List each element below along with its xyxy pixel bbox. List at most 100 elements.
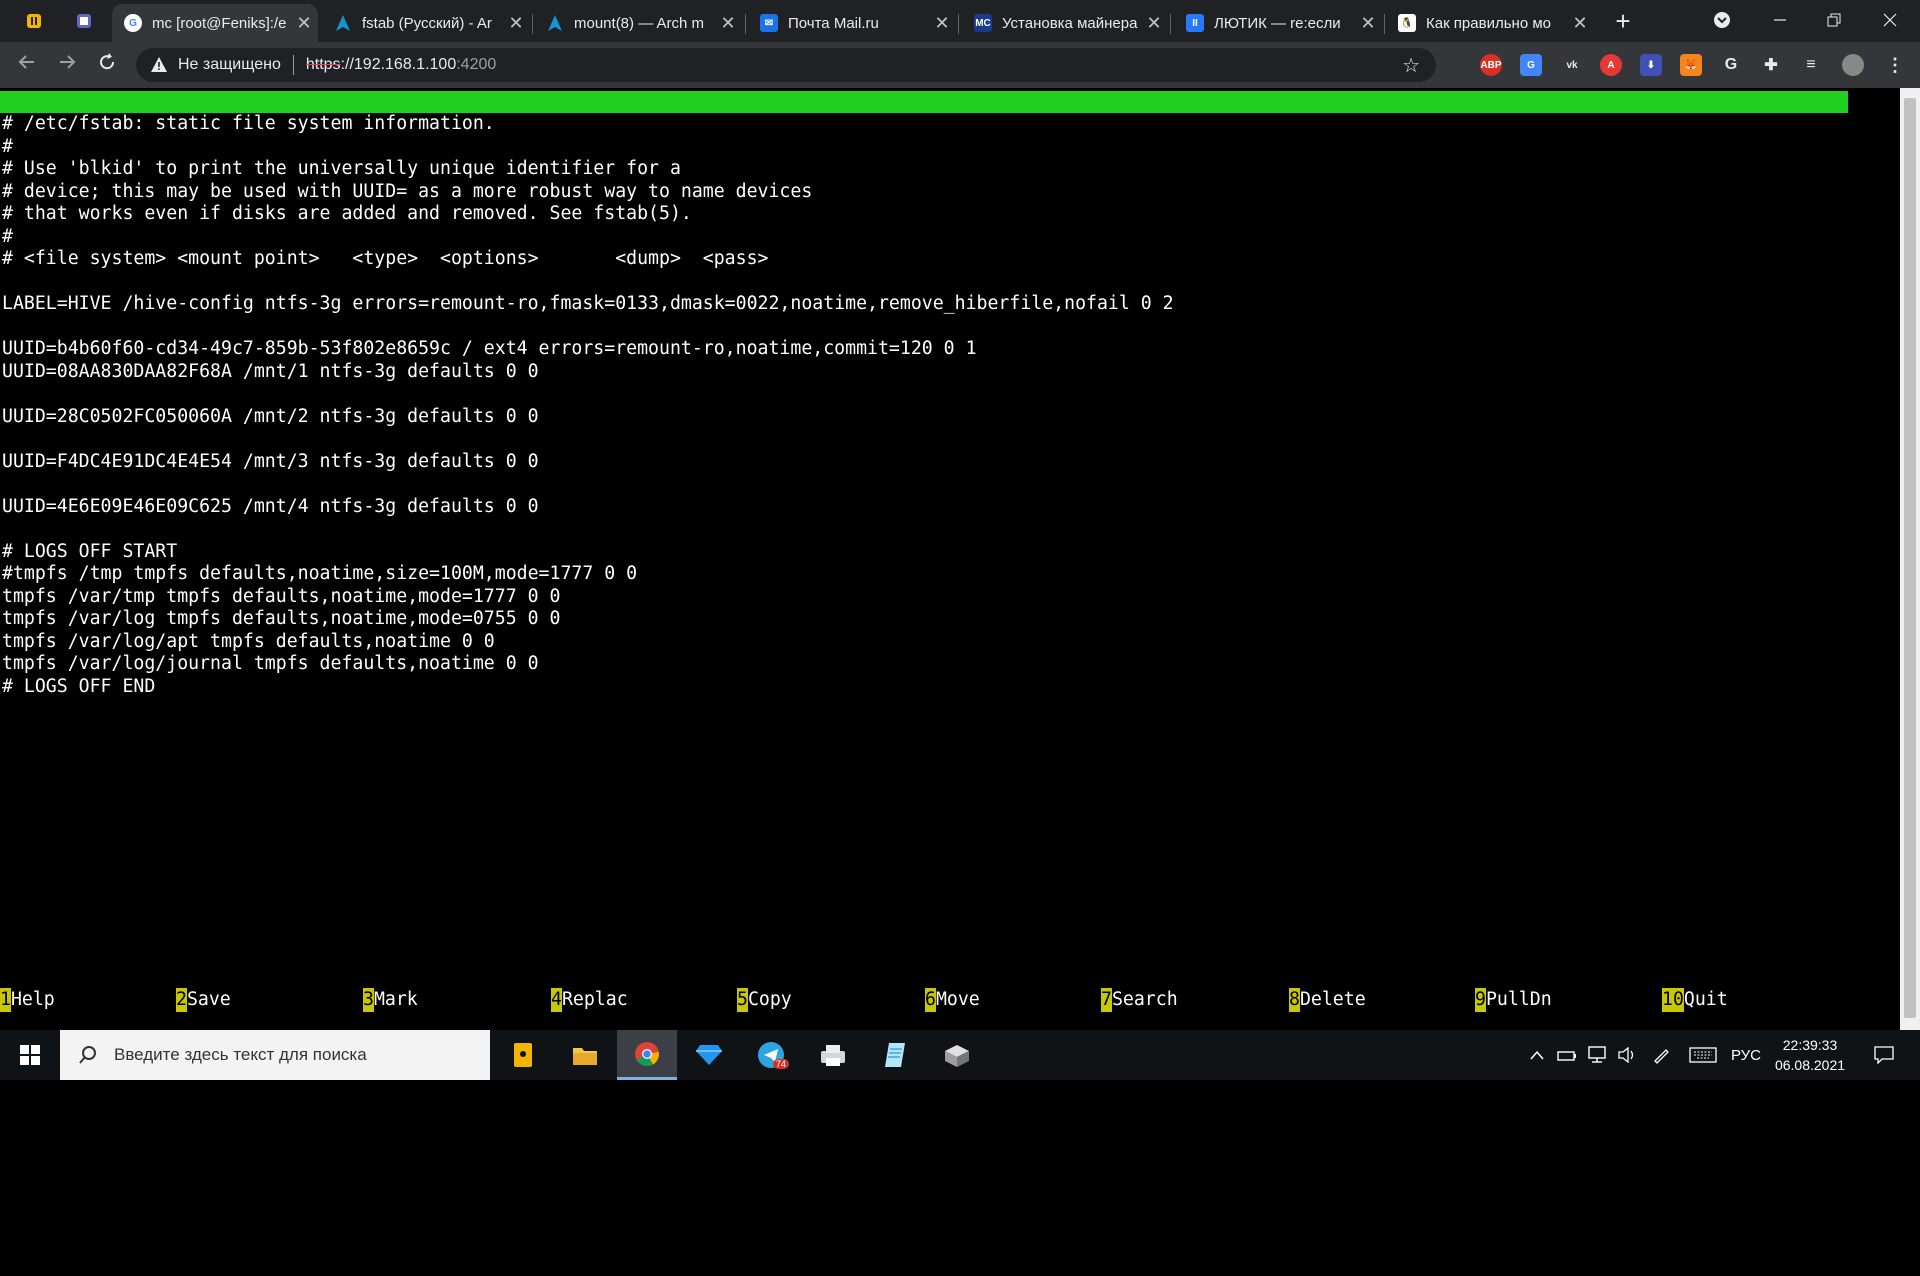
taskbar-app-printer[interactable] xyxy=(803,1030,863,1080)
fkey-move[interactable]: 6Move xyxy=(925,988,980,1012)
fkey-help[interactable]: 1Help xyxy=(0,988,55,1012)
keyboard-icon[interactable] xyxy=(1686,1030,1720,1080)
a-extension-icon[interactable]: A xyxy=(1600,54,1622,76)
fkey-label: Quit xyxy=(1683,989,1728,1010)
minimize-button[interactable] xyxy=(1752,0,1808,40)
fkey-copy[interactable]: 5Copy xyxy=(737,988,792,1012)
usb-drive-icon[interactable] xyxy=(1554,1030,1580,1080)
puzzle-extensions-icon[interactable]: ✚ xyxy=(1760,54,1782,76)
tab-separator xyxy=(745,14,746,34)
new-tab-button[interactable]: + xyxy=(1608,7,1638,37)
forward-button[interactable] xyxy=(52,50,82,80)
translate-extension-icon[interactable]: G xyxy=(1520,54,1542,76)
kebab-menu-icon[interactable]: ⋮ xyxy=(1884,54,1906,76)
profile-avatar[interactable] xyxy=(1842,54,1864,76)
fkey-mark[interactable]: 3Mark xyxy=(363,988,418,1012)
close-window-button[interactable] xyxy=(1862,0,1918,40)
fkey-number: 3 xyxy=(363,988,374,1012)
editor-window-controls[interactable]: [*][X] xyxy=(1774,135,1840,157)
fkey-save[interactable]: 2Save xyxy=(176,988,231,1012)
reload-icon xyxy=(100,53,115,70)
editor-status-bar: /etc/fstab [-M--] 0 L:[ 1+18 19/ 27] *(7… xyxy=(0,91,1848,156)
volume-icon[interactable] xyxy=(1614,1030,1640,1080)
g-extension-icon[interactable]: G xyxy=(1720,54,1742,76)
tab-close-icon[interactable]: ✕ xyxy=(1140,13,1168,34)
scrollbar-thumb[interactable] xyxy=(1904,98,1916,1018)
start-button[interactable] xyxy=(0,1030,60,1080)
taskbar-search-box[interactable]: Введите здесь текст для поиска xyxy=(60,1030,490,1080)
adblock-extension-icon[interactable]: ABP xyxy=(1480,54,1502,76)
file-icon xyxy=(514,1043,532,1067)
editor-line: tmpfs /var/log/apt tmpfs defaults,noatim… xyxy=(2,630,495,652)
fkey-label: PullDn xyxy=(1485,989,1552,1010)
tab-fstab-arch[interactable]: fstab (Русский) - Ar ✕ xyxy=(322,4,530,42)
vk-extension-icon[interactable]: vk xyxy=(1561,54,1583,76)
tab-close-icon[interactable]: ✕ xyxy=(290,13,318,34)
url-text[interactable]: https://192.168.1.100:4200 xyxy=(306,56,496,74)
tab-lyutik[interactable]: II ЛЮТИК — re:если ✕ xyxy=(1174,4,1382,42)
fkey-pulldown[interactable]: 9PullDn xyxy=(1475,988,1552,1012)
fkey-label: Delete xyxy=(1299,989,1366,1010)
tab-mc-terminal[interactable]: G mc [root@Feniks]:/e ✕ xyxy=(112,4,318,42)
fkey-number: 1 xyxy=(0,988,11,1012)
mail-envelope-icon: ✉ xyxy=(760,14,778,32)
taskbar-app-explorer[interactable] xyxy=(555,1030,615,1080)
editor-content[interactable]: # /etc/fstab: static file system informa… xyxy=(2,113,1174,698)
browser-toolbar: Не защищено https://192.168.1.100:4200 ☆… xyxy=(0,42,1920,88)
tab-close-icon[interactable]: ✕ xyxy=(502,13,530,34)
fkey-search[interactable]: 7Search xyxy=(1101,988,1178,1012)
media-control-icon[interactable]: ≡ xyxy=(1800,54,1822,76)
download-extension-icon[interactable]: ⬇ xyxy=(1640,54,1662,76)
tab-title: fstab (Русский) - Ar xyxy=(362,14,492,32)
fkey-replace[interactable]: 4Replac xyxy=(551,988,628,1012)
tab-close-icon[interactable]: ✕ xyxy=(714,13,742,34)
reload-button[interactable] xyxy=(92,50,122,80)
tab-separator xyxy=(1170,14,1171,34)
taskbar-app-telegram[interactable]: 74 xyxy=(741,1030,801,1080)
bookmark-star-icon[interactable]: ☆ xyxy=(1402,53,1420,78)
tab-close-icon[interactable]: ✕ xyxy=(1354,13,1382,34)
notifications-icon[interactable] xyxy=(1864,1030,1904,1080)
tab-close-icon[interactable]: ✕ xyxy=(928,13,956,34)
search-placeholder: Введите здесь текст для поиска xyxy=(114,1045,367,1064)
taskbar-clock[interactable]: 22:39:33 06.08.2021 xyxy=(1760,1035,1860,1075)
tab-search-button[interactable] xyxy=(1694,0,1750,40)
taskbar-app-installer[interactable] xyxy=(927,1030,987,1080)
address-bar[interactable]: Не защищено https://192.168.1.100:4200 ☆ xyxy=(136,48,1436,82)
back-button[interactable] xyxy=(12,50,42,80)
taskbar-app-notepad[interactable] xyxy=(865,1030,925,1080)
tray-overflow-icon[interactable] xyxy=(1524,1030,1550,1080)
restore-button[interactable] xyxy=(1806,0,1862,40)
tab-mount-arch[interactable]: mount(8) — Arch m ✕ xyxy=(534,4,742,42)
metamask-fox-icon[interactable]: 🦊 xyxy=(1680,54,1702,76)
not-secure-label[interactable]: Не защищено xyxy=(178,56,281,74)
chrome-icon xyxy=(635,1041,659,1066)
editor-line: tmpfs /var/log tmpfs defaults,noatime,mo… xyxy=(2,608,561,629)
editor-line: UUID=08AA830DAA82F68A /mnt/1 ntfs-3g def… xyxy=(2,360,539,382)
editor-line: # /etc/fstab: static file system informa… xyxy=(2,113,495,134)
network-icon[interactable] xyxy=(1584,1030,1610,1080)
page-scrollbar[interactable] xyxy=(1900,88,1920,1030)
terminal-editor[interactable]: /etc/fstab [-M--] 0 L:[ 1+18 19/ 27] *(7… xyxy=(0,91,1900,1029)
tab-separator xyxy=(958,14,959,34)
taskbar-app-files[interactable] xyxy=(493,1030,553,1080)
arch-logo-icon xyxy=(546,14,564,32)
tab-mail-ru[interactable]: ✉ Почта Mail.ru ✕ xyxy=(748,4,956,42)
notepad-icon xyxy=(885,1043,905,1067)
pen-icon[interactable] xyxy=(1648,1030,1674,1080)
taskbar-app-chrome[interactable] xyxy=(617,1030,677,1080)
pinned-tab-2[interactable] xyxy=(64,6,104,36)
fkey-delete[interactable]: 8Delete xyxy=(1289,988,1366,1012)
tab-miner-install[interactable]: MC Установка майнера ✕ xyxy=(962,4,1168,42)
pinned-tab-1[interactable] xyxy=(14,6,54,36)
tab-how-to[interactable]: 🐧 Как правильно мо ✕ xyxy=(1386,4,1594,42)
fkey-quit[interactable]: 10Quit xyxy=(1662,988,1728,1012)
fkey-label: Replac xyxy=(561,989,628,1010)
taskbar-app-diamond[interactable] xyxy=(679,1030,739,1080)
tab-close-icon[interactable]: ✕ xyxy=(1566,13,1594,34)
url-scheme-separator: :// xyxy=(340,56,354,73)
minimize-icon xyxy=(1774,19,1786,21)
folder-icon xyxy=(573,1048,597,1065)
